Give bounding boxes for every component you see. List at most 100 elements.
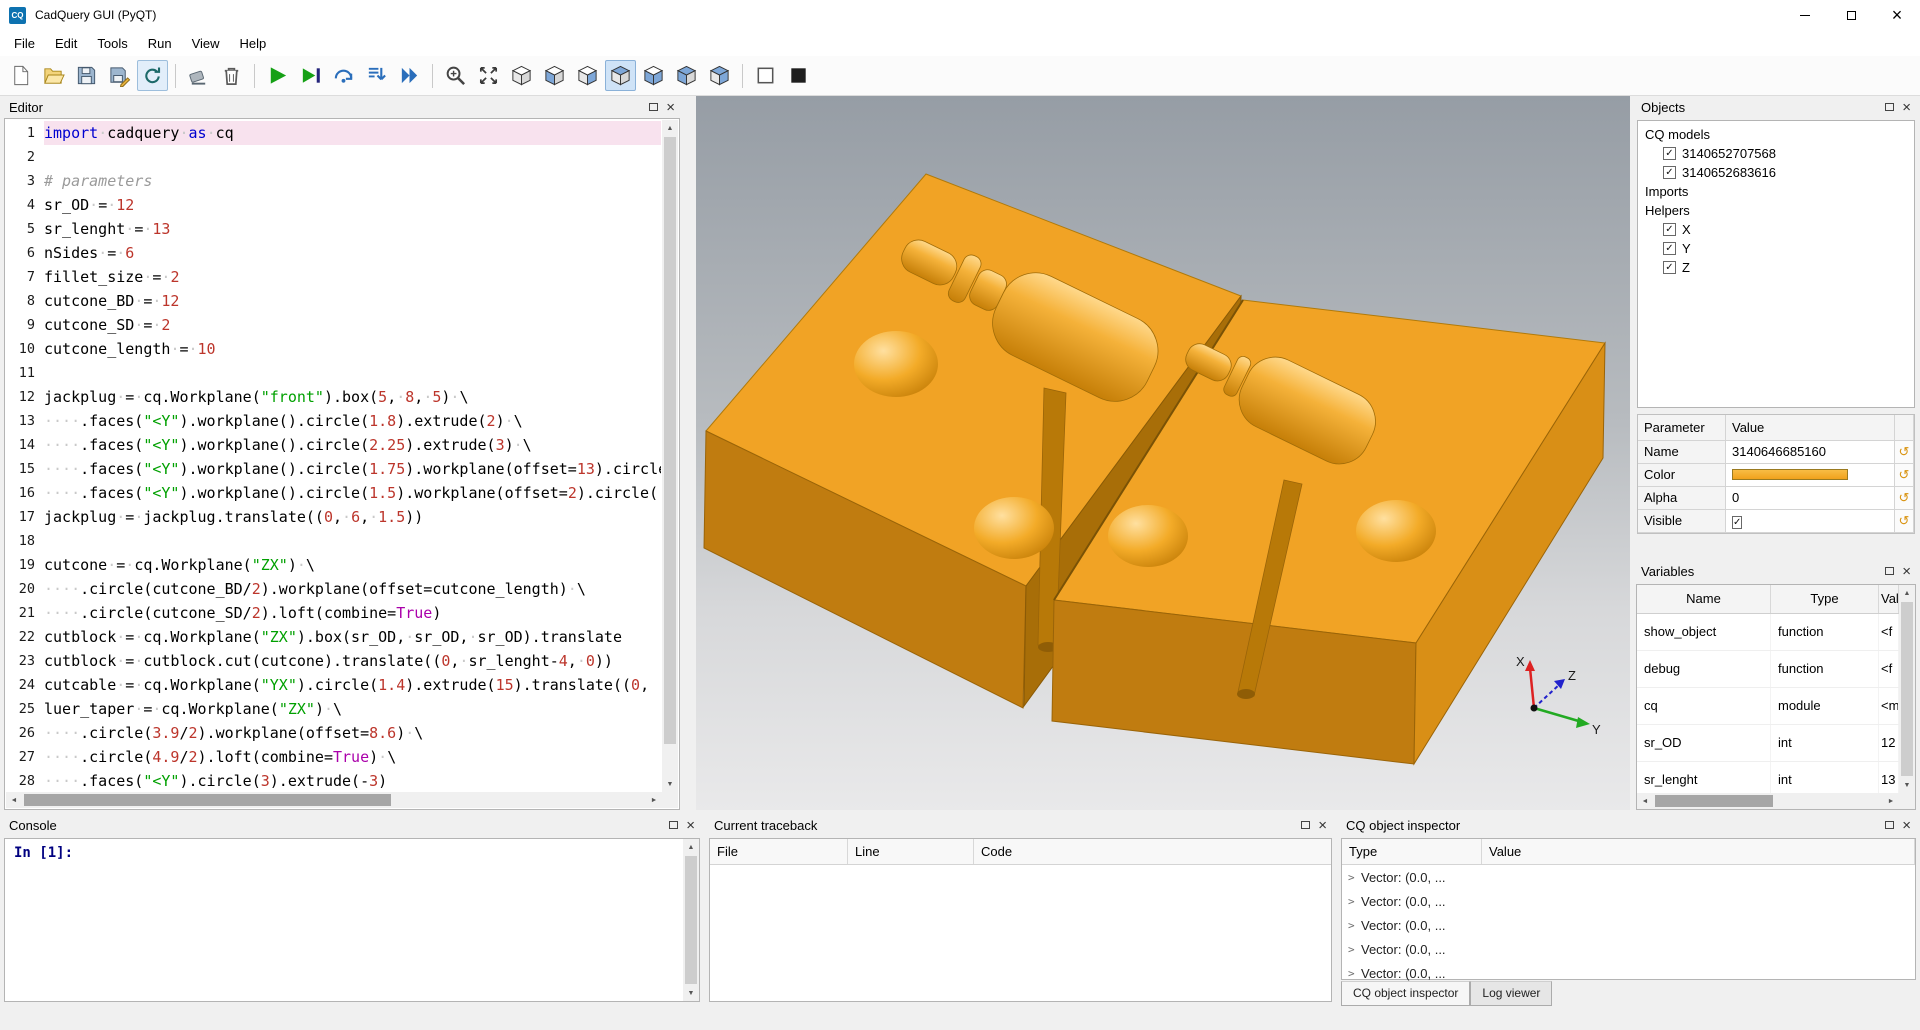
code-line[interactable]: 6nSides·=·6: [6, 241, 661, 265]
traceback-dock-title[interactable]: Current traceback: [707, 814, 1334, 836]
code-line[interactable]: 15····.faces("<Y").workplane().circle(1.…: [6, 457, 661, 481]
cad-model[interactable]: X Z Y: [696, 96, 1630, 810]
continue-icon[interactable]: [394, 60, 425, 91]
close-icon[interactable]: [1902, 564, 1911, 579]
menu-tools[interactable]: Tools: [87, 32, 137, 55]
view-back-icon[interactable]: [572, 60, 603, 91]
code-line[interactable]: 25luer_taper·=·cq.Workplane("ZX")·\: [6, 697, 661, 721]
scroll-left-icon[interactable]: [6, 792, 22, 808]
menu-view[interactable]: View: [182, 32, 230, 55]
tab-log-viewer[interactable]: Log viewer: [1470, 981, 1552, 1006]
visible-checkbox[interactable]: ✓: [1732, 516, 1742, 529]
variable-row[interactable]: show_objectfunction<f: [1637, 614, 1899, 651]
code-line[interactable]: 21····.circle(cutcone_SD/2).loft(combine…: [6, 601, 661, 625]
code-line[interactable]: 3# parameters: [6, 169, 661, 193]
code-line[interactable]: 9cutcone_SD·=·2: [6, 313, 661, 337]
close-icon[interactable]: [1902, 818, 1911, 833]
tree-item[interactable]: ✓Y: [1640, 239, 1912, 258]
inspector-row[interactable]: >Vector: (0.0, ...: [1342, 889, 1915, 913]
inspector-row[interactable]: >Vector: (0.0, ...: [1342, 913, 1915, 937]
variable-row[interactable]: cqmodule<m: [1637, 688, 1899, 725]
tree-item[interactable]: ✓3140652683616: [1640, 163, 1912, 182]
code-line[interactable]: 20····.circle(cutcone_BD/2).workplane(of…: [6, 577, 661, 601]
scrollbar-thumb[interactable]: [664, 137, 676, 744]
variables-dock-title[interactable]: Variables: [1634, 560, 1918, 582]
step-in-icon[interactable]: [361, 60, 392, 91]
scrollbar-thumb[interactable]: [1655, 795, 1773, 807]
scroll-left-icon[interactable]: [1637, 793, 1653, 809]
minimize-button[interactable]: [1782, 0, 1828, 30]
scroll-down-icon[interactable]: [1899, 777, 1915, 793]
fit-zoom-icon[interactable]: [440, 60, 471, 91]
menu-run[interactable]: Run: [138, 32, 182, 55]
code-line[interactable]: 5sr_lenght·=·13: [6, 217, 661, 241]
expand-icon[interactable]: >: [1348, 871, 1361, 884]
inspector-dock-title[interactable]: CQ object inspector: [1339, 814, 1918, 836]
editor-dock-title[interactable]: Editor: [2, 96, 682, 118]
autoreload-icon[interactable]: [137, 60, 168, 91]
variables-vertical-scrollbar[interactable]: [1899, 585, 1915, 793]
scrollbar-thumb[interactable]: [1901, 602, 1913, 776]
close-icon[interactable]: [1902, 100, 1911, 115]
scrollbar-thumb[interactable]: [685, 856, 697, 984]
save-icon[interactable]: [71, 60, 102, 91]
close-icon[interactable]: [666, 100, 675, 115]
code-line[interactable]: 1import·cadquery·as·cq: [6, 121, 661, 145]
fit-all-icon[interactable]: [473, 60, 504, 91]
code-line[interactable]: 7fillet_size·=·2: [6, 265, 661, 289]
code-line[interactable]: 18: [6, 529, 661, 553]
float-icon[interactable]: [1885, 103, 1894, 111]
variable-row[interactable]: sr_ODint12: [1637, 725, 1899, 762]
expand-icon[interactable]: >: [1348, 895, 1361, 908]
expand-icon[interactable]: >: [1348, 943, 1361, 956]
menu-edit[interactable]: Edit: [45, 32, 87, 55]
variable-row[interactable]: sr_lenghtint13: [1637, 762, 1899, 793]
code-area[interactable]: 1import·cadquery·as·cq23# parameters4sr_…: [6, 121, 661, 791]
new-file-icon[interactable]: [5, 60, 36, 91]
code-line[interactable]: 10cutcone_length·=·10: [6, 337, 661, 361]
debug-icon[interactable]: [295, 60, 326, 91]
tree-item[interactable]: ✓X: [1640, 220, 1912, 239]
code-line[interactable]: 23cutblock·=·cutblock.cut(cutcone).trans…: [6, 649, 661, 673]
visibility-checkbox[interactable]: ✓: [1663, 261, 1676, 274]
reset-button[interactable]: ↺: [1895, 487, 1914, 510]
float-icon[interactable]: [669, 821, 678, 829]
code-line[interactable]: 27····.circle(4.9/2).loft(combine=True)·…: [6, 745, 661, 769]
console-vertical-scrollbar[interactable]: [683, 839, 699, 1001]
visibility-checkbox[interactable]: ✓: [1663, 242, 1676, 255]
inspector-row[interactable]: >Vector: (0.0, ...: [1342, 865, 1915, 889]
visibility-checkbox[interactable]: ✓: [1663, 223, 1676, 236]
property-value[interactable]: [1726, 464, 1895, 487]
float-icon[interactable]: [1885, 567, 1894, 575]
tree-item[interactable]: ✓3140652707568: [1640, 144, 1912, 163]
property-value[interactable]: ✓: [1726, 510, 1895, 533]
code-line[interactable]: 16····.faces("<Y").workplane().circle(1.…: [6, 481, 661, 505]
scroll-up-icon[interactable]: [683, 839, 699, 855]
delete-object-icon[interactable]: [216, 60, 247, 91]
code-line[interactable]: 19cutcone·=·cq.Workplane("ZX")·\: [6, 553, 661, 577]
code-line[interactable]: 4sr_OD·=·12: [6, 193, 661, 217]
scroll-right-icon[interactable]: [1883, 793, 1899, 809]
reset-button[interactable]: ↺: [1895, 510, 1914, 533]
code-line[interactable]: 12jackplug·=·cq.Workplane("front").box(5…: [6, 385, 661, 409]
menu-help[interactable]: Help: [230, 32, 277, 55]
reset-button[interactable]: ↺: [1895, 441, 1914, 464]
expand-icon[interactable]: >: [1348, 919, 1361, 932]
open-file-icon[interactable]: [38, 60, 69, 91]
close-button[interactable]: [1874, 0, 1920, 30]
close-icon[interactable]: [686, 818, 695, 833]
title-bar[interactable]: CQ CadQuery GUI (PyQT): [0, 0, 1920, 30]
visibility-checkbox[interactable]: ✓: [1663, 147, 1676, 160]
view-iso-icon[interactable]: [506, 60, 537, 91]
menu-file[interactable]: File: [4, 32, 45, 55]
maximize-button[interactable]: [1828, 0, 1874, 30]
scroll-up-icon[interactable]: [1899, 585, 1915, 601]
view-left-icon[interactable]: [671, 60, 702, 91]
code-line[interactable]: 14····.faces("<Y").workplane().circle(2.…: [6, 433, 661, 457]
view-front-icon[interactable]: [539, 60, 570, 91]
color-swatch[interactable]: [1732, 469, 1848, 480]
float-icon[interactable]: [1301, 821, 1310, 829]
variable-row[interactable]: debugfunction<f: [1637, 651, 1899, 688]
view-bottom-icon[interactable]: [638, 60, 669, 91]
code-line[interactable]: 2: [6, 145, 661, 169]
